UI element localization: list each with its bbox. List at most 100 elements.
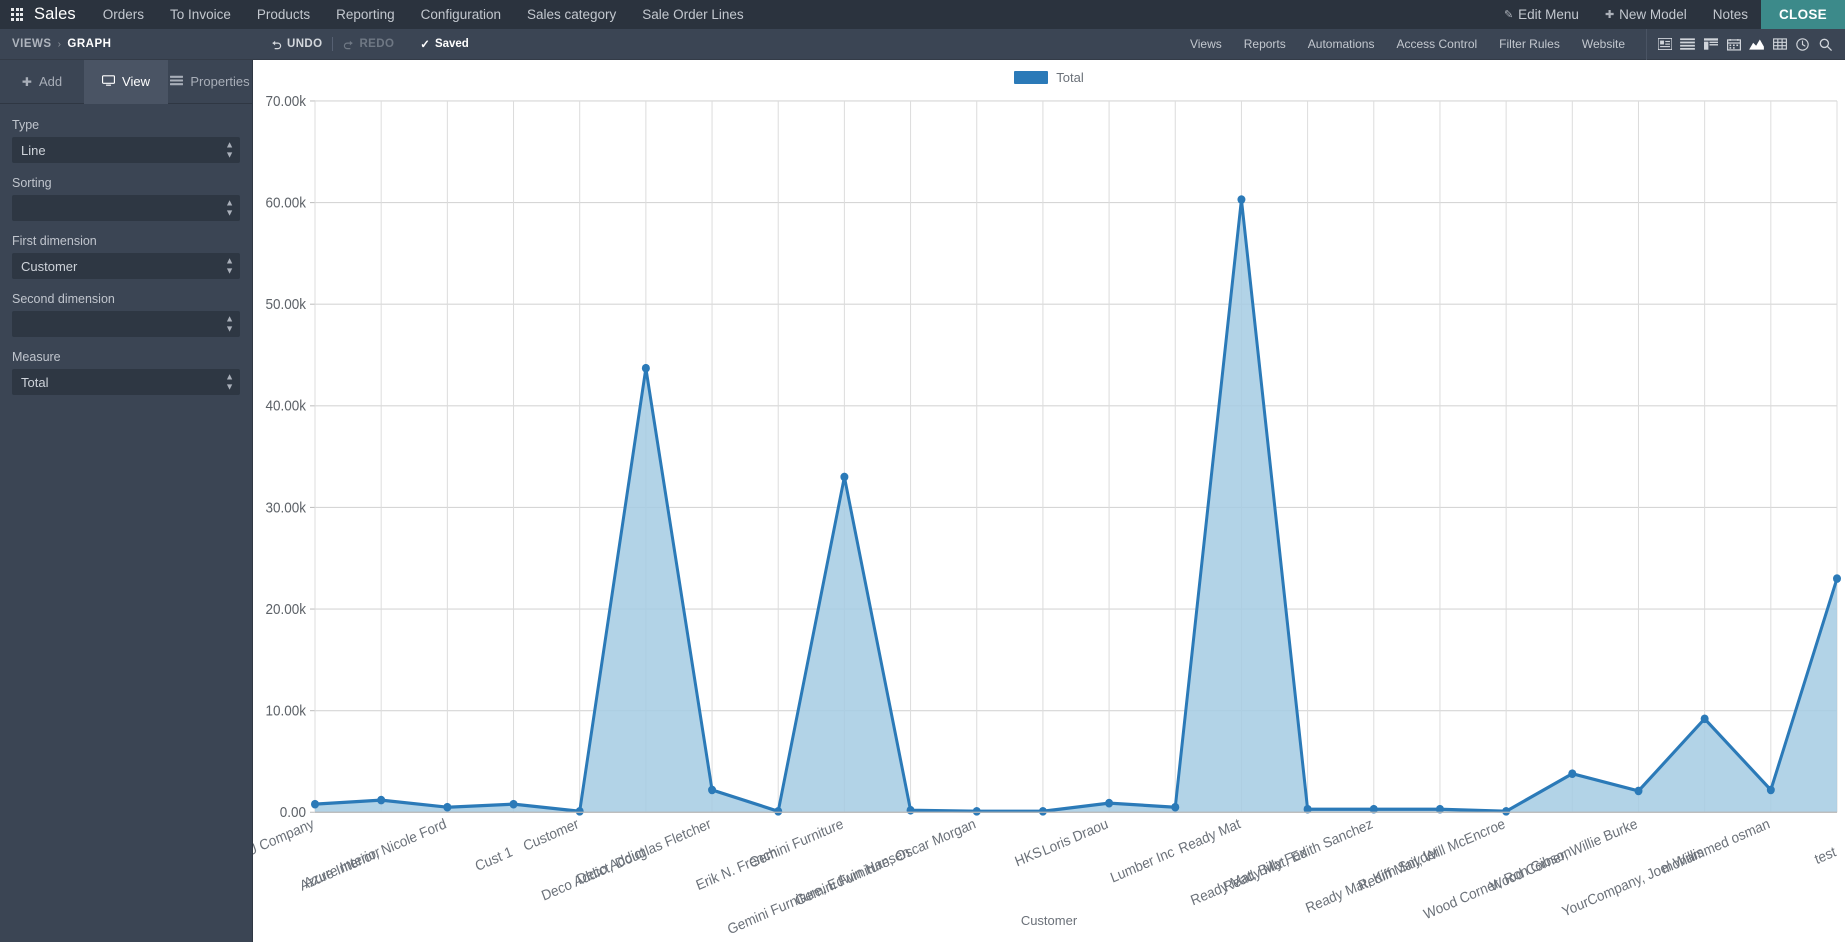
data-point xyxy=(1171,802,1180,812)
redo-arrow-icon xyxy=(344,40,353,49)
x-tick-label: Lumber Inc xyxy=(1108,843,1176,886)
first-dimension-select[interactable]: Customer xyxy=(12,253,240,279)
top-menu-item-orders[interactable]: Orders xyxy=(90,0,157,29)
x-tick-label: Cust 1 xyxy=(473,843,515,874)
chart-legend: Total xyxy=(253,60,1845,88)
graph-view-icon[interactable] xyxy=(1745,29,1768,60)
tab-add[interactable]: ✚ Add xyxy=(0,60,84,104)
field-label-type: Type xyxy=(12,118,40,132)
y-tick-label: 40.00k xyxy=(265,397,306,414)
y-tick-label: 10.00k xyxy=(265,702,306,719)
area-chart-svg[interactable]: 0.0010.00k20.00k30.00k40.00k50.00k60.00k… xyxy=(253,88,1845,942)
pencil-icon: ✎ xyxy=(1503,9,1514,21)
save-status: ✓ Saved xyxy=(410,37,479,51)
graph-view-canvas: Total 0.00 10.00k 20.00k 30.00k 40.00k 50.00k… xyxy=(253,60,1845,942)
check-icon: ✓ xyxy=(420,39,430,51)
x-tick-label: AU Company xyxy=(253,815,316,863)
x-axis-title: Customer xyxy=(1020,913,1078,928)
legend-label-total: Total xyxy=(1056,69,1084,85)
sub-link-reports[interactable]: Reports xyxy=(1233,37,1297,51)
field-measure[interactable]: CountTotal ▲▼ xyxy=(12,369,240,395)
y-tick-label: 50.00k xyxy=(265,296,306,313)
field-sorting[interactable]: AscendingDescending ▲▼ xyxy=(12,195,240,221)
data-point xyxy=(509,799,518,809)
save-status-label: Saved xyxy=(434,38,469,50)
studio-sub-bar: VIEWS › GRAPH UNDO REDO ✓ Saved Views Re… xyxy=(0,28,1845,60)
main-area: ✚ Add View Properties Type BarLinePie ▲▼ xyxy=(0,60,1845,942)
x-tick-label: Customer xyxy=(521,815,581,854)
tab-properties[interactable]: Properties xyxy=(168,60,252,104)
field-label-measure: Measure xyxy=(12,350,61,364)
sub-link-access-control[interactable]: Access Control xyxy=(1385,37,1488,51)
field-type[interactable]: BarLinePie ▲▼ xyxy=(12,137,240,163)
data-point xyxy=(1237,195,1246,204)
breadcrumb-views[interactable]: VIEWS xyxy=(12,38,52,50)
data-point xyxy=(1038,806,1047,816)
data-point xyxy=(641,363,650,373)
top-bar-actions: ✎ Edit Menu ✚ New Model Notes CLOSE xyxy=(1491,0,1845,29)
x-tick-label: mohammed osman xyxy=(1659,815,1772,877)
top-menu-item-to-invoice[interactable]: To Invoice xyxy=(157,0,244,29)
breadcrumb-separator-icon: › xyxy=(57,38,62,50)
undo-redo-group: UNDO REDO xyxy=(253,37,404,51)
data-point xyxy=(1700,714,1709,724)
x-tick-label: Ready Mat xyxy=(1176,815,1242,857)
sorting-select[interactable]: AscendingDescending xyxy=(12,195,240,221)
sub-link-automations[interactable]: Automations xyxy=(1297,37,1386,51)
calendar-view-icon[interactable] xyxy=(1722,29,1745,60)
y-tick-label: 60.00k xyxy=(265,194,306,211)
data-point xyxy=(840,472,849,482)
sub-link-website[interactable]: Website xyxy=(1571,37,1636,51)
breadcrumb-current: GRAPH xyxy=(67,38,112,50)
data-point xyxy=(311,799,319,809)
legend-swatch-total[interactable] xyxy=(1014,70,1049,84)
pivot-view-icon[interactable] xyxy=(1699,29,1722,60)
grid-view-icon[interactable] xyxy=(1768,29,1791,60)
new-model-label: New Model xyxy=(1619,7,1687,22)
undo-arrow-icon xyxy=(272,40,282,49)
activity-clock-icon[interactable] xyxy=(1791,29,1814,60)
app-brand-title: Sales xyxy=(34,5,76,23)
apps-grid-icon[interactable] xyxy=(0,0,34,29)
tab-view[interactable]: View xyxy=(84,60,168,104)
y-tick-label: 20.00k xyxy=(265,600,306,617)
data-point xyxy=(1502,806,1511,816)
chart-plot-area[interactable]: 0.00 10.00k 20.00k 30.00k 40.00k 50.00k 60.00k… xyxy=(253,88,1845,942)
data-point xyxy=(377,795,386,805)
tab-add-label: Add xyxy=(38,74,63,89)
x-tick-label: test xyxy=(1812,843,1838,867)
undo-button[interactable]: UNDO xyxy=(261,38,332,50)
search-icon[interactable] xyxy=(1814,29,1837,60)
second-dimension-select[interactable] xyxy=(12,311,240,337)
field-label-second-dimension: Second dimension xyxy=(12,292,115,306)
x-tick-label: Loris Draou xyxy=(1040,815,1110,859)
edit-menu-button[interactable]: ✎ Edit Menu xyxy=(1491,0,1592,29)
top-menu-item-products[interactable]: Products xyxy=(244,0,323,29)
field-label-first-dimension: First dimension xyxy=(12,234,97,248)
redo-button[interactable]: REDO xyxy=(333,38,404,50)
kanban-card-icon[interactable] xyxy=(1653,29,1676,60)
data-point xyxy=(774,806,783,816)
list-view-icon[interactable] xyxy=(1676,29,1699,60)
field-first-dimension[interactable]: Customer ▲ ▼ xyxy=(12,253,240,279)
notes-button[interactable]: Notes xyxy=(1700,0,1761,29)
type-select[interactable]: BarLinePie xyxy=(12,137,240,163)
new-model-button[interactable]: ✚ New Model xyxy=(1592,0,1700,29)
breadcrumb: VIEWS › GRAPH xyxy=(0,38,253,50)
data-point xyxy=(1105,798,1114,808)
data-point xyxy=(1833,574,1841,583)
sidebar-form: Type BarLinePie ▲▼ Sorting AscendingDesc… xyxy=(0,104,252,395)
edit-menu-label: Edit Menu xyxy=(1518,7,1579,22)
properties-list-icon xyxy=(170,75,184,89)
top-menu-item-sales-category[interactable]: Sales category xyxy=(514,0,629,29)
field-second-dimension[interactable]: ▲ ▼ xyxy=(12,311,240,337)
studio-sub-bar-right: Views Reports Automations Access Control… xyxy=(1179,28,1845,60)
top-menu-item-sale-order-lines[interactable]: Sale Order Lines xyxy=(629,0,756,29)
sub-link-filter-rules[interactable]: Filter Rules xyxy=(1488,37,1571,51)
close-studio-button[interactable]: CLOSE xyxy=(1760,0,1845,29)
top-menu-item-configuration[interactable]: Configuration xyxy=(408,0,514,29)
sub-link-views[interactable]: Views xyxy=(1179,37,1233,51)
measure-select[interactable]: CountTotal xyxy=(12,369,240,395)
data-point xyxy=(972,806,981,816)
top-menu-item-reporting[interactable]: Reporting xyxy=(323,0,408,29)
